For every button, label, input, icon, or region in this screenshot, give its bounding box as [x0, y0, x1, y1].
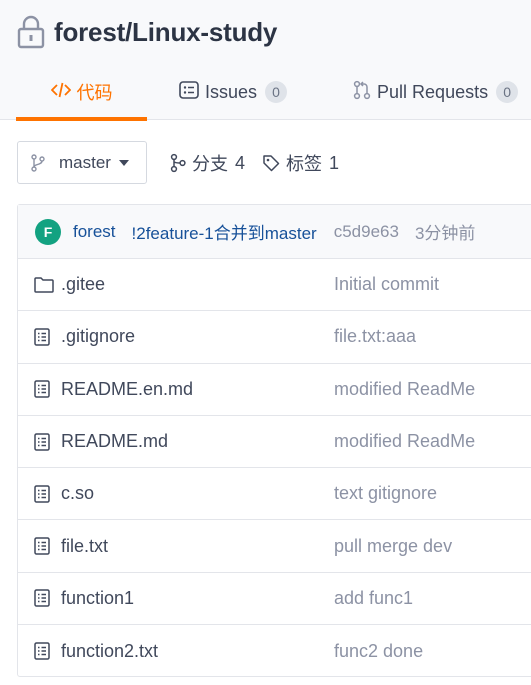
file-commit-message[interactable]: file.txt:aaa [334, 326, 416, 347]
file-commit-message[interactable]: modified ReadMe [334, 379, 475, 400]
tags-link[interactable]: 标签 1 [262, 151, 339, 175]
avatar[interactable]: F [35, 218, 61, 245]
branch-selector[interactable]: master [17, 141, 147, 184]
file-icon [34, 328, 50, 346]
file-row[interactable]: function1 add func1 [18, 573, 531, 626]
file-row[interactable]: README.en.md modified ReadMe [18, 364, 531, 416]
file-row[interactable]: README.md modified ReadMe [18, 416, 531, 469]
file-name[interactable]: c.so [61, 483, 94, 504]
tag-icon [262, 154, 280, 172]
file-icon [34, 589, 50, 608]
issues-count-badge: 0 [265, 81, 288, 103]
pull-request-icon [353, 80, 371, 105]
latest-commit-bar: F forest !2feature-1合并到master c5d9e63 3分… [18, 205, 531, 259]
lock-icon [16, 15, 46, 49]
file-row[interactable]: .gitignore file.txt:aaa [18, 311, 531, 364]
branch-current: master [59, 152, 111, 172]
file-icon [34, 537, 50, 555]
file-commit-message[interactable]: Initial commit [334, 274, 439, 295]
pull-requests-count-badge: 0 [496, 81, 519, 103]
file-commit-message[interactable]: text gitignore [334, 483, 437, 504]
repo-title: forest/Linux-study [16, 12, 277, 52]
chevron-down-icon [118, 159, 129, 166]
branches-icon [170, 153, 186, 173]
tab-code-label: 代码 [76, 83, 113, 103]
file-row[interactable]: file.txt pull merge dev [18, 520, 531, 573]
file-row[interactable]: c.so text gitignore [18, 468, 531, 521]
file-icon [34, 380, 50, 398]
branch-icon [31, 153, 45, 172]
file-row[interactable]: function2.txt func2 done [18, 625, 531, 677]
tags-count: 1 [329, 152, 340, 173]
tab-issues[interactable]: Issues 0 [179, 64, 288, 120]
file-commit-message[interactable]: add func1 [334, 588, 413, 609]
tab-pull-requests[interactable]: Pull Requests 0 [353, 64, 519, 120]
file-icon [34, 642, 50, 660]
file-row[interactable]: .gitee Initial commit [18, 259, 531, 312]
file-icon [34, 485, 50, 503]
file-icon [34, 432, 50, 451]
commit-author[interactable]: forest [73, 222, 116, 242]
tab-pull-requests-label: Pull Requests [377, 81, 489, 102]
repo-name[interactable]: forest/Linux-study [54, 17, 277, 48]
file-list: F forest !2feature-1合并到master c5d9e63 3分… [17, 204, 531, 677]
file-name[interactable]: function1 [61, 588, 134, 609]
branches-label: 分支 [192, 154, 228, 174]
branches-count: 4 [235, 152, 246, 173]
file-name[interactable]: .gitee [61, 274, 105, 295]
tags-label: 标签 [286, 154, 322, 174]
repo-tabs: 代码 Issues 0 Pull Requests 0 [16, 64, 519, 121]
tab-issues-label: Issues [205, 81, 258, 102]
tab-code[interactable]: 代码 [16, 64, 147, 121]
issues-icon [179, 80, 199, 104]
branches-link[interactable]: 分支 4 [170, 151, 245, 175]
file-name[interactable]: README.en.md [61, 379, 193, 400]
commit-time: 3分钟前 [414, 224, 476, 243]
file-commit-message[interactable]: modified ReadMe [334, 431, 475, 452]
file-commit-message[interactable]: pull merge dev [334, 536, 452, 557]
file-name[interactable]: file.txt [61, 536, 108, 557]
code-icon [50, 81, 71, 104]
folder-icon [34, 276, 54, 293]
file-commit-message[interactable]: func2 done [334, 641, 423, 662]
file-name[interactable]: .gitignore [61, 326, 135, 347]
repo-header: forest/Linux-study 代码 Issues 0 Pull Requ… [0, 0, 531, 121]
file-name[interactable]: README.md [61, 431, 168, 452]
commit-sha[interactable]: c5d9e63 [334, 222, 399, 242]
file-name[interactable]: function2.txt [61, 641, 158, 662]
commit-message[interactable]: !2feature-1合并到master [132, 219, 317, 244]
